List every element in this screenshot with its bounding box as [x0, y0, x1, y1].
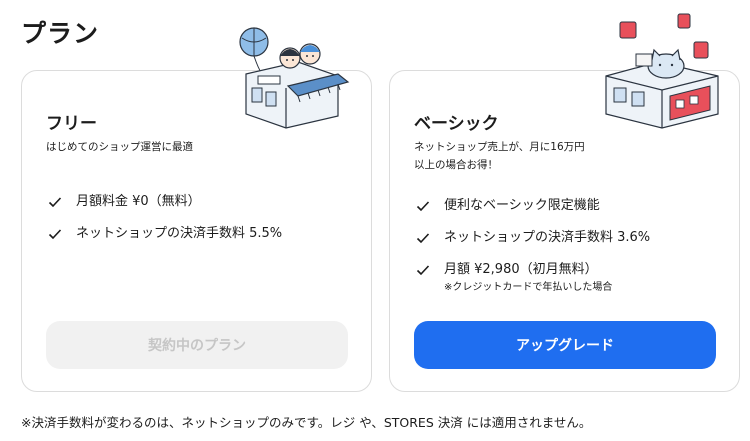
check-icon [48, 229, 62, 240]
page-title: プラン [21, 19, 100, 48]
plan-name: フリー [46, 114, 97, 134]
check-icon [416, 201, 430, 212]
plan-description-line: ネットショップ売上が、月に16万円 [414, 141, 585, 153]
feature-item: 月額料金 ¥0（無料） [46, 191, 282, 223]
upgrade-button[interactable]: アップグレード [414, 321, 716, 369]
fee-footnote: ※決済手数料が変わるのは、ネットショップのみです。レジ や、STORES 決済 … [21, 415, 592, 430]
plan-description: ネットショップ売上が、月に16万円 以上の場合お得！ [414, 138, 614, 174]
feature-text: ネットショップの決済手数料 3.6% [444, 230, 651, 245]
feature-item: 便利なベーシック限定機能 [414, 195, 650, 227]
feature-item: ネットショップの決済手数料 5.5% [46, 223, 282, 255]
shop-illustration [239, 27, 350, 129]
feature-text: ネットショップの決済手数料 5.5% [76, 226, 283, 241]
plan-name: ベーシック [414, 114, 499, 134]
feature-text: 便利なベーシック限定機能 [444, 198, 600, 213]
feature-item: 月額 ¥2,980（初月無料） ※クレジットカードで年払いした場合 [414, 259, 650, 299]
check-icon [416, 265, 430, 276]
check-icon [416, 233, 430, 244]
price-note: ※クレジットカードで年払いした場合 [444, 282, 613, 293]
store-illustration [605, 13, 719, 129]
plan-description: はじめてのショップ運営に最適 [46, 141, 193, 153]
plan-description-line: 以上の場合お得！ [414, 159, 498, 171]
feature-item: ネットショップの決済手数料 3.6% [414, 227, 650, 259]
feature-list: 月額料金 ¥0（無料） ネットショップの決済手数料 5.5% [46, 191, 282, 255]
feature-text: 月額 ¥2,980（初月無料） [444, 262, 598, 277]
current-plan-button: 契約中のプラン [46, 321, 348, 369]
check-icon [48, 197, 62, 208]
feature-text: 月額料金 ¥0（無料） [76, 194, 201, 209]
feature-list: 便利なベーシック限定機能 ネットショップの決済手数料 3.6% 月額 ¥2,98… [414, 195, 650, 299]
